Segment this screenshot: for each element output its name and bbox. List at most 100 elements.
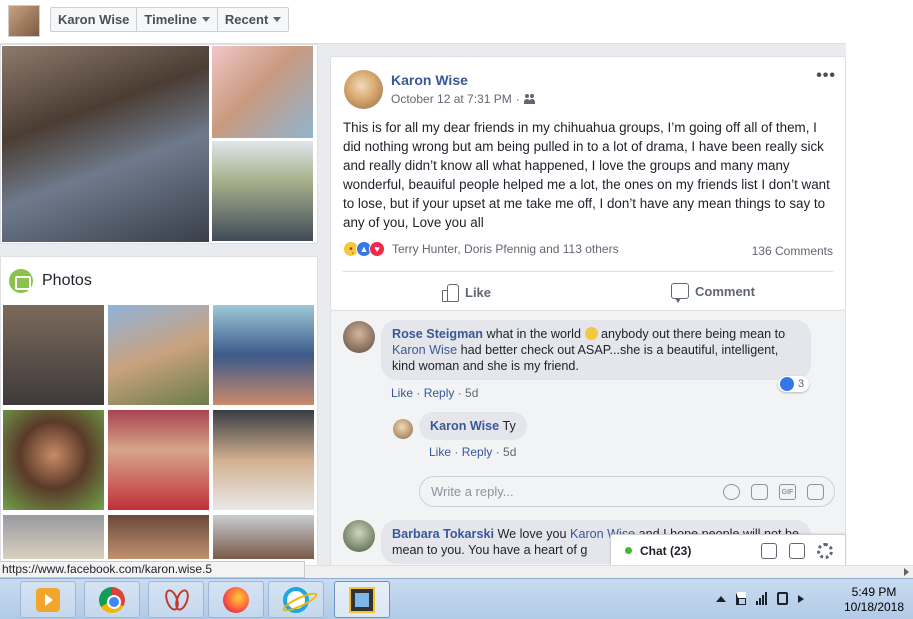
reply-input[interactable] <box>431 484 711 499</box>
filmstrip-app-icon <box>349 586 375 613</box>
windows-taskbar: 5:49 PM 10/18/2018 <box>0 578 913 619</box>
battery-icon[interactable] <box>777 592 788 605</box>
reply-author[interactable]: Karon Wise <box>430 419 499 433</box>
photo-thumbnail[interactable] <box>108 410 209 510</box>
camera-icon[interactable] <box>751 484 768 500</box>
photos-icon <box>9 269 33 293</box>
show-hidden-icons-icon[interactable] <box>716 595 726 602</box>
reply-actions: Like · Reply · 5d <box>429 445 517 459</box>
photo-thumbnail[interactable] <box>3 515 104 559</box>
chat-tab[interactable]: Chat (23) <box>610 534 846 566</box>
meta-separator: · <box>515 92 520 106</box>
chevron-down-icon <box>273 17 282 22</box>
chat-label[interactable]: Chat (23) <box>640 544 691 558</box>
comment-actions: Like · Reply · 5d <box>391 386 479 400</box>
reply-time[interactable]: 5d <box>503 445 516 459</box>
create-group-icon[interactable] <box>789 543 805 559</box>
gif-icon[interactable]: GIF <box>779 484 796 500</box>
taskbar-snipping-tool[interactable] <box>148 581 204 618</box>
emoji-icon[interactable] <box>723 484 740 500</box>
reactions-summary[interactable]: •̩ ▲ ♥ Terry Hunter, Doris Pfennig and 1… <box>343 241 619 257</box>
crumb-profile-name[interactable]: Karon Wise <box>51 8 138 31</box>
reaction-names[interactable]: Terry Hunter, Doris Pfennig and 113 othe… <box>392 242 619 256</box>
taskbar-media-player[interactable] <box>20 581 76 618</box>
new-message-icon[interactable] <box>761 543 777 559</box>
commenter-avatar[interactable] <box>343 520 375 552</box>
photo-thumbnail[interactable] <box>3 305 104 405</box>
crumb-recent[interactable]: Recent <box>218 8 288 31</box>
clock-time: 5:49 PM <box>851 585 897 599</box>
composer-tools: GIF <box>723 484 824 500</box>
chevron-down-icon <box>201 17 210 22</box>
comment-like-count[interactable]: 3 <box>778 376 810 392</box>
reply-reply-link[interactable]: Reply <box>462 445 493 459</box>
status-bar-url: https://www.facebook.com/karon.wise.5 <box>0 561 305 578</box>
comments-count-link[interactable]: 136 Comments <box>752 244 833 258</box>
chat-tools <box>761 543 833 559</box>
commenter-avatar[interactable] <box>343 321 375 353</box>
scroll-right-arrow-icon[interactable] <box>904 568 909 576</box>
photo-thumbnail[interactable] <box>108 515 209 559</box>
photos-header[interactable]: Photos <box>9 269 92 293</box>
comment-reply-link[interactable]: Reply <box>424 386 455 400</box>
reply-author-avatar[interactable] <box>393 419 413 439</box>
post-meta: October 12 at 7:31 PM · <box>391 92 536 106</box>
comment-author[interactable]: Rose Steigman <box>392 327 483 341</box>
action-center-flag-icon[interactable] <box>736 592 746 605</box>
comment-time[interactable]: 5d <box>465 386 478 400</box>
taskbar-firefox[interactable] <box>208 581 264 618</box>
photo-thumbnail[interactable] <box>213 410 314 510</box>
sticker-icon[interactable] <box>807 484 824 500</box>
photos-title[interactable]: Photos <box>42 272 92 290</box>
comment-bubble: Rose Steigman what in the world anybody … <box>381 320 811 380</box>
mention-link[interactable]: Karon Wise <box>392 343 457 357</box>
media-player-icon <box>36 587 60 612</box>
post-body-text: This is for all my dear friends in my ch… <box>343 120 830 230</box>
reply-composer: GIF <box>419 476 835 507</box>
timeline-post: Karon Wise October 12 at 7:31 PM · ••• T… <box>330 56 846 311</box>
like-reaction-icon <box>780 377 794 391</box>
post-timestamp[interactable]: October 12 at 7:31 PM <box>391 92 512 106</box>
network-signal-icon[interactable] <box>756 592 767 605</box>
clock-date: 10/18/2018 <box>843 600 905 614</box>
gear-icon[interactable] <box>817 543 833 559</box>
snipping-tool-icon <box>163 587 189 613</box>
timeline-sticky-header: Karon Wise Timeline Recent <box>0 0 846 44</box>
reply-bubble: Karon Wise Ty <box>419 412 527 440</box>
thumbs-up-icon <box>441 283 459 302</box>
photo-thumbnail[interactable] <box>213 515 314 559</box>
taskbar-chrome[interactable] <box>84 581 140 618</box>
post-author-avatar[interactable] <box>344 70 383 109</box>
comment-button[interactable]: Comment <box>671 283 755 303</box>
featured-photo[interactable] <box>212 141 313 241</box>
photo-thumbnail[interactable] <box>213 305 314 405</box>
love-reaction-icon: ♥ <box>369 241 385 257</box>
volume-icon[interactable] <box>798 594 804 603</box>
online-status-dot <box>625 547 632 554</box>
profile-avatar[interactable] <box>8 5 40 37</box>
like-button[interactable]: Like <box>441 283 491 302</box>
featured-photo[interactable] <box>212 46 313 138</box>
friends-audience-icon[interactable] <box>523 94 536 104</box>
post-options-button[interactable]: ••• <box>816 67 836 85</box>
photos-card: Photos <box>0 256 318 566</box>
timeline-nav: Karon Wise Timeline Recent <box>50 7 290 32</box>
comment-like-link[interactable]: Like <box>391 386 413 400</box>
crumb-timeline[interactable]: Timeline <box>137 8 218 31</box>
photo-thumbnail[interactable] <box>3 410 104 510</box>
sad-emoji-icon <box>584 327 598 340</box>
featured-photo[interactable] <box>2 46 209 242</box>
comment-icon <box>671 283 689 303</box>
chrome-icon <box>99 586 125 613</box>
reply-like-link[interactable]: Like <box>429 445 451 459</box>
photo-thumbnail[interactable] <box>108 305 209 405</box>
comment-author[interactable]: Barbara Tokarski <box>392 527 494 541</box>
taskbar-filmstrip-app[interactable] <box>334 581 390 618</box>
post-author-name[interactable]: Karon Wise <box>391 72 468 88</box>
right-sidebar-blank <box>846 0 913 578</box>
internet-explorer-icon <box>283 586 309 613</box>
system-tray <box>716 592 804 605</box>
taskbar-internet-explorer[interactable] <box>268 581 324 618</box>
post-divider <box>343 271 833 272</box>
system-clock[interactable]: 5:49 PM 10/18/2018 <box>838 585 910 615</box>
